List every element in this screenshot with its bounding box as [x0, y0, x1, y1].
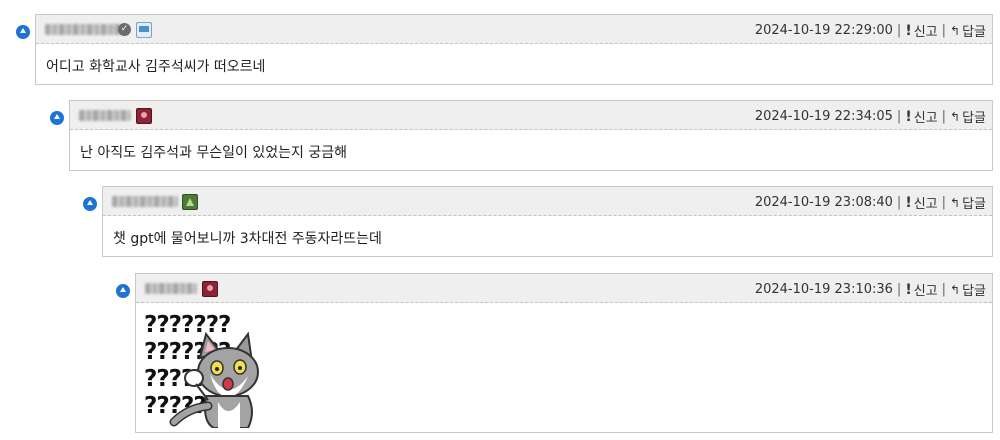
comment-meta: 2024-10-19 22:29:00 | ! 신고 | ↰ 답글	[754, 21, 986, 41]
reply-button[interactable]: ↰ 답글	[950, 280, 986, 300]
author-nickname[interactable]	[112, 196, 178, 207]
reply-button[interactable]: ↰ 답글	[950, 21, 986, 41]
collapse-button[interactable]	[116, 284, 130, 298]
comment-box: ✓ 2024-10-19 22:29:00 | ! 신고 | ↰ 답글 어디고 화학…	[35, 14, 993, 85]
timestamp: 2024-10-19 22:34:05	[754, 109, 893, 124]
comment-box: 2024-10-19 23:08:40 | ! 신고 | ↰ 답글 챗 gpt에 물…	[102, 186, 993, 257]
comment-text: 난 아직도 김주석과 무슨일이 있었는지 궁금해	[80, 145, 347, 161]
exclamation-icon: !	[905, 108, 912, 125]
author-nickname[interactable]	[145, 283, 197, 294]
collapse-button[interactable]	[16, 25, 30, 39]
timestamp: 2024-10-19 23:08:40	[754, 195, 893, 210]
reply-label: 답글	[962, 111, 986, 126]
comment-meta: 2024-10-19 23:08:40 | ! 신고 | ↰ 답글	[754, 193, 986, 213]
reply-button[interactable]: ↰ 답글	[950, 193, 986, 213]
reply-label: 답글	[962, 284, 986, 299]
reply-arrow-icon: ↰	[950, 23, 961, 38]
reply-arrow-icon: ↰	[950, 282, 961, 297]
comment-header: 2024-10-19 22:34:05 | ! 신고 | ↰ 답글	[70, 101, 992, 130]
collapse-button[interactable]	[50, 111, 64, 125]
comment-text: 챗 gpt에 물어보니까 3차대전 주동자라뜨는데	[113, 231, 382, 247]
collapse-button[interactable]	[83, 197, 97, 211]
comment-header: ✓ 2024-10-19 22:29:00 | ! 신고 | ↰ 답글	[36, 15, 992, 44]
report-label: 신고	[913, 284, 938, 299]
comment-meta: 2024-10-19 23:10:36 | ! 신고 | ↰ 답글	[754, 280, 986, 300]
report-button[interactable]: ! 신고	[905, 107, 938, 127]
report-button[interactable]: ! 신고	[905, 280, 938, 300]
verified-icon: ✓	[118, 23, 131, 36]
timestamp: 2024-10-19 22:29:00	[754, 23, 893, 38]
cat-sticker-image: ??????? ??????? ??????? ???????	[144, 312, 262, 428]
timestamp: 2024-10-19 23:10:36	[754, 282, 893, 297]
report-label: 신고	[913, 111, 938, 126]
author-nickname[interactable]	[45, 24, 123, 35]
reply-arrow-icon: ↰	[950, 109, 961, 124]
reply-label: 답글	[962, 25, 986, 40]
comment-meta: 2024-10-19 22:34:05 | ! 신고 | ↰ 답글	[754, 107, 986, 127]
comment-header: 2024-10-19 23:08:40 | ! 신고 | ↰ 답글	[103, 187, 992, 216]
comment-box: 2024-10-19 23:10:36 | ! 신고 | ↰ 답글 ??????? …	[135, 273, 993, 433]
reply-button[interactable]: ↰ 답글	[950, 107, 986, 127]
comment-header: 2024-10-19 23:10:36 | ! 신고 | ↰ 답글	[136, 274, 992, 303]
exclamation-icon: !	[905, 281, 912, 298]
author-nickname[interactable]	[79, 110, 131, 121]
report-label: 신고	[913, 25, 938, 40]
cat-icon	[169, 331, 259, 428]
exclamation-icon: !	[905, 194, 912, 211]
level-icon	[136, 22, 152, 38]
comment-text: 어디고 화학교사 김주석씨가 떠오르네	[46, 59, 266, 75]
level-icon	[136, 108, 152, 124]
report-button[interactable]: ! 신고	[905, 193, 938, 213]
reply-label: 답글	[962, 197, 986, 212]
report-label: 신고	[913, 197, 938, 212]
report-button[interactable]: ! 신고	[905, 21, 938, 41]
reply-arrow-icon: ↰	[950, 195, 961, 210]
comment-box: 2024-10-19 22:34:05 | ! 신고 | ↰ 답글 난 아직도 김주…	[69, 100, 993, 171]
exclamation-icon: !	[905, 22, 912, 39]
level-icon	[182, 194, 198, 210]
level-icon	[202, 281, 218, 297]
